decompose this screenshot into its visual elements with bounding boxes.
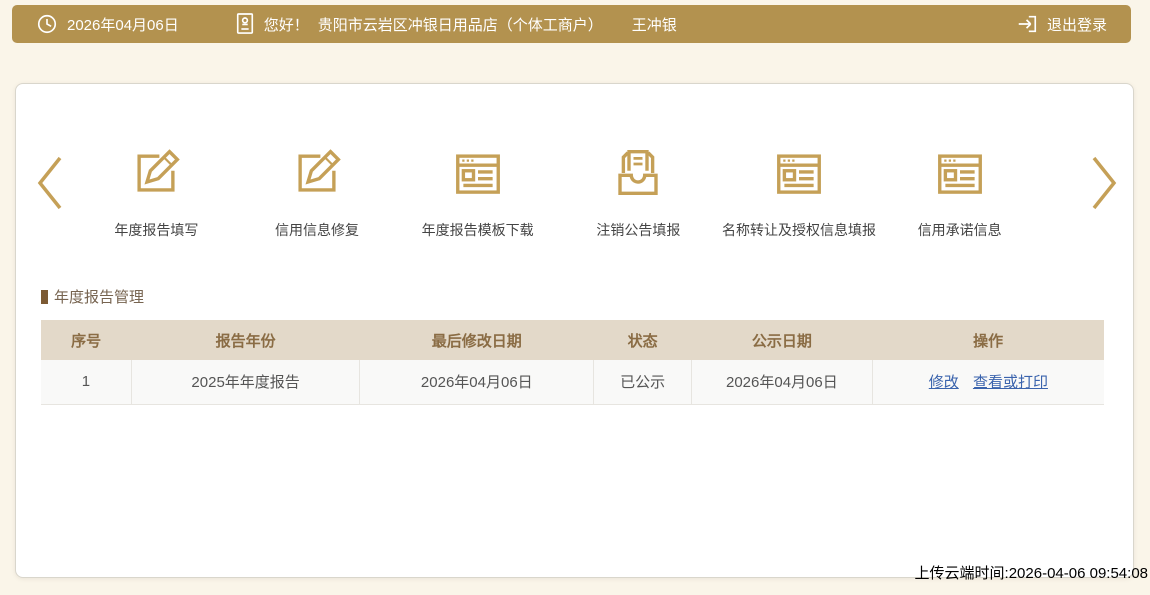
company-name: 贵阳市云岩区冲银日用品店（个体工商户） bbox=[318, 14, 603, 35]
cell-last-modified: 2026年04月06日 bbox=[360, 360, 594, 404]
main-card: 年度报告填写 信用信息修复 年度报告模板下载 注销公告填报 名称转让及授权信息填… bbox=[15, 83, 1134, 578]
carousel-item-label: 信用承诺信息 bbox=[918, 220, 1002, 240]
carousel-item-credit-repair[interactable]: 信用信息修复 bbox=[237, 146, 398, 240]
chevron-right-icon bbox=[1090, 154, 1120, 212]
col-header-status: 状态 bbox=[594, 320, 692, 360]
carousel-item-cancellation-notice[interactable]: 注销公告填报 bbox=[558, 146, 719, 240]
upload-time-text: 上传云端时间:2026-04-06 09:54:08 bbox=[915, 562, 1148, 583]
section-title-text: 年度报告管理 bbox=[54, 286, 144, 307]
logout-label: 退出登录 bbox=[1047, 14, 1107, 35]
current-date: 2026年04月06日 bbox=[67, 14, 179, 35]
carousel-item-label: 年度报告模板下载 bbox=[422, 220, 534, 240]
col-header-index: 序号 bbox=[41, 320, 131, 360]
topbar-date-group: 2026年04月06日 bbox=[36, 13, 179, 35]
topbar: 2026年04月06日 您好！ 贵阳市云岩区冲银日用品店（个体工商户） 王冲银 … bbox=[12, 5, 1131, 43]
view-or-print-link[interactable]: 查看或打印 bbox=[973, 374, 1048, 391]
carousel-item-annual-report-fill[interactable]: 年度报告填写 bbox=[76, 146, 237, 240]
template-icon bbox=[451, 146, 505, 200]
cell-index: 1 bbox=[41, 360, 131, 404]
user-name: 王冲银 bbox=[632, 14, 677, 35]
carousel-item-credit-commitment[interactable]: 信用承诺信息 bbox=[879, 146, 1040, 240]
annual-report-table: 序号 报告年份 最后修改日期 状态 公示日期 操作 1 2025年年度报告 20… bbox=[41, 320, 1104, 405]
cell-actions: 修改 查看或打印 bbox=[872, 360, 1104, 404]
carousel-item-label: 注销公告填报 bbox=[596, 220, 680, 240]
carousel-item-label: 信用信息修复 bbox=[275, 220, 359, 240]
carousel-items: 年度报告填写 信用信息修复 年度报告模板下载 注销公告填报 名称转让及授权信息填… bbox=[76, 146, 1040, 240]
topbar-user-group: 您好！ 贵阳市云岩区冲银日用品店（个体工商户） 王冲银 bbox=[235, 12, 677, 36]
col-header-actions: 操作 bbox=[872, 320, 1104, 360]
table-header-row: 序号 报告年份 最后修改日期 状态 公示日期 操作 bbox=[41, 320, 1104, 360]
cell-status: 已公示 bbox=[594, 360, 692, 404]
section-title: 年度报告管理 bbox=[41, 286, 1133, 307]
carousel-item-label: 年度报告填写 bbox=[114, 220, 198, 240]
section-bullet-icon bbox=[41, 290, 48, 304]
edit-icon bbox=[129, 146, 183, 200]
carousel-next-button[interactable] bbox=[1090, 146, 1120, 217]
table-row: 1 2025年年度报告 2026年04月06日 已公示 2026年04月06日 … bbox=[41, 360, 1104, 404]
cell-report-year: 2025年年度报告 bbox=[131, 360, 360, 404]
edit-icon bbox=[290, 146, 344, 200]
chevron-left-icon bbox=[34, 154, 64, 212]
logout-button[interactable]: 退出登录 bbox=[1016, 13, 1107, 35]
carousel-item-name-transfer[interactable]: 名称转让及授权信息填报 bbox=[719, 146, 880, 240]
cell-publish-date: 2026年04月06日 bbox=[692, 360, 873, 404]
logout-icon bbox=[1016, 13, 1038, 35]
clock-icon bbox=[36, 13, 58, 35]
edit-link[interactable]: 修改 bbox=[929, 374, 959, 391]
col-header-report-year: 报告年份 bbox=[131, 320, 360, 360]
col-header-last-modified: 最后修改日期 bbox=[360, 320, 594, 360]
template-icon bbox=[933, 146, 987, 200]
id-badge-icon bbox=[235, 12, 255, 36]
greeting-text: 您好！ bbox=[264, 14, 309, 35]
carousel-item-label: 名称转让及授权信息填报 bbox=[722, 220, 876, 240]
carousel-prev-button[interactable] bbox=[34, 146, 64, 217]
function-carousel: 年度报告填写 信用信息修复 年度报告模板下载 注销公告填报 名称转让及授权信息填… bbox=[16, 84, 1133, 240]
inbox-icon bbox=[611, 146, 665, 200]
carousel-item-template-download[interactable]: 年度报告模板下载 bbox=[397, 146, 558, 240]
col-header-publish-date: 公示日期 bbox=[692, 320, 873, 360]
template-icon bbox=[772, 146, 826, 200]
